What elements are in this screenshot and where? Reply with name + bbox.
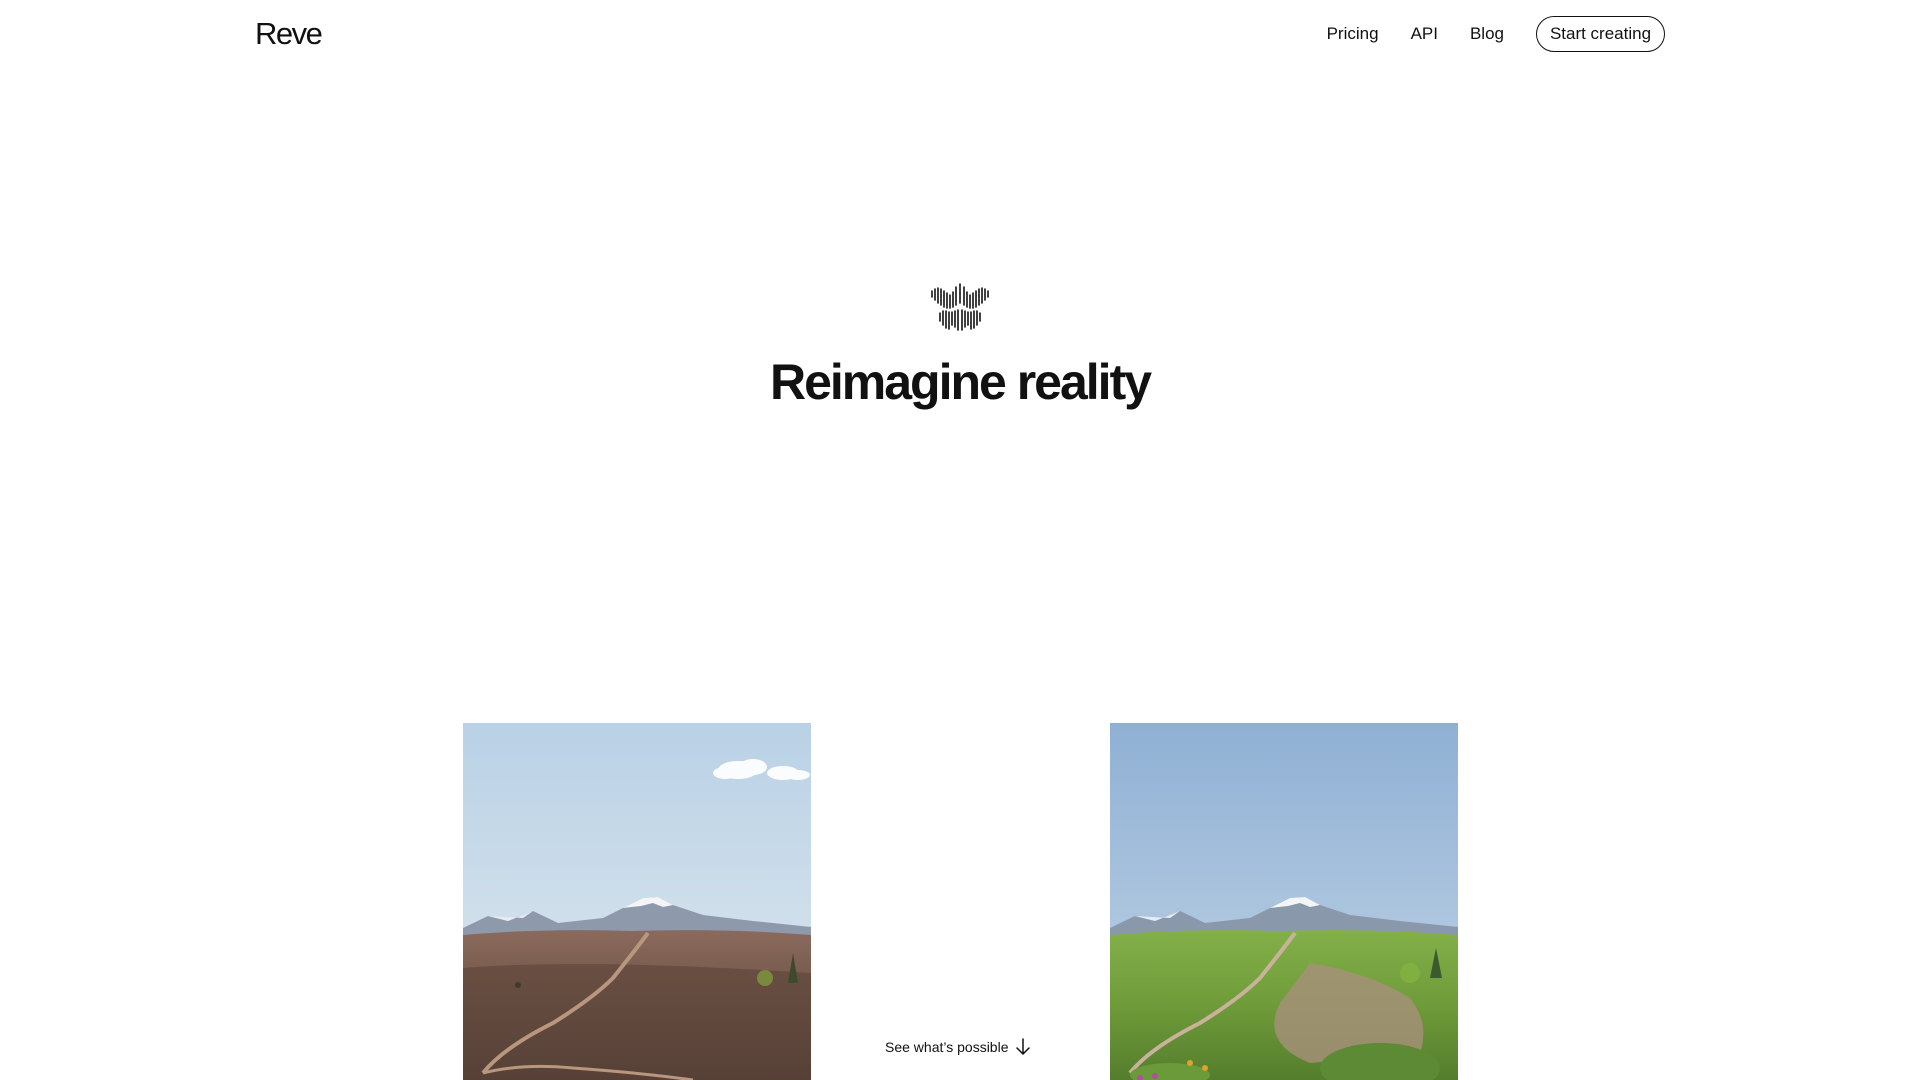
see-whats-possible-link[interactable]: See what’s possible bbox=[885, 1038, 1031, 1056]
nav-link-blog[interactable]: Blog bbox=[1470, 16, 1504, 52]
page: Reve Pricing API Blog Start creating Rei… bbox=[0, 0, 1920, 1080]
hero-title: Reimagine reality bbox=[769, 354, 1152, 410]
green-landscape-photo bbox=[1110, 723, 1458, 1080]
nav-link-api[interactable]: API bbox=[1411, 16, 1438, 52]
arrow-down-icon bbox=[1016, 1038, 1031, 1056]
see-whats-possible-label: See what’s possible bbox=[885, 1039, 1009, 1055]
nav-link-pricing[interactable]: Pricing bbox=[1327, 16, 1379, 52]
site-header: Reve Pricing API Blog Start creating bbox=[0, 0, 1920, 70]
start-creating-button[interactable]: Start creating bbox=[1536, 16, 1665, 52]
reve-butterfly-logo-icon bbox=[931, 283, 989, 331]
volcanic-landscape-photo bbox=[463, 723, 811, 1080]
main-nav: Pricing API Blog Start creating bbox=[1327, 16, 1665, 52]
brand-logo[interactable]: Reve bbox=[255, 14, 323, 54]
